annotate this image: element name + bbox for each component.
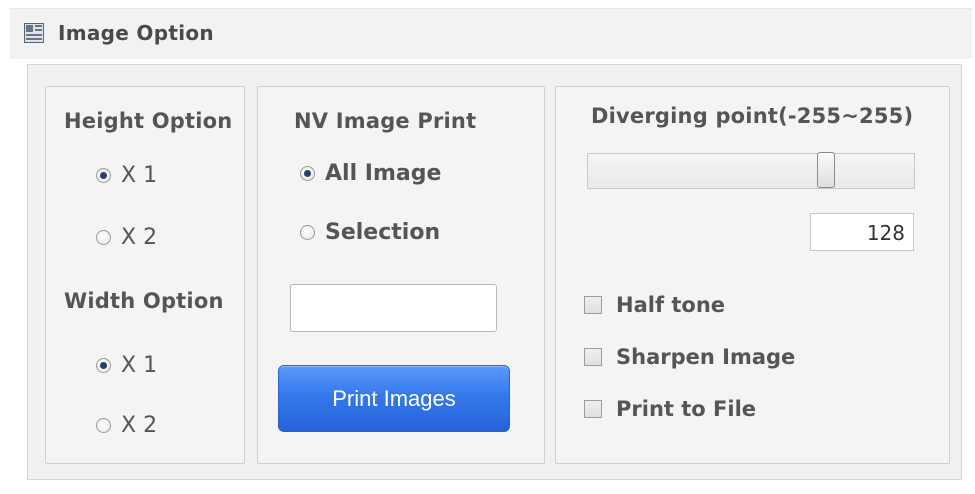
height-option-heading: Height Option bbox=[64, 109, 233, 133]
width-option-heading: Width Option bbox=[64, 289, 224, 313]
half-tone-checkbox[interactable]: Half tone bbox=[584, 293, 725, 317]
options-group: Height Option X 1 X 2 Width Option X 1 X… bbox=[27, 64, 962, 480]
selection-input[interactable] bbox=[290, 284, 497, 332]
checkbox-icon bbox=[584, 296, 602, 314]
height-x2-radio[interactable]: X 2 bbox=[96, 225, 157, 250]
radio-label: X 1 bbox=[121, 353, 158, 378]
nv-image-print-heading: NV Image Print bbox=[294, 109, 477, 133]
image-option-icon bbox=[24, 23, 44, 43]
radio-label: X 1 bbox=[121, 163, 158, 188]
title-bar: Image Option bbox=[10, 8, 972, 59]
diverging-panel: Diverging point(-255~255) 128 Half tone … bbox=[555, 86, 950, 464]
checkbox-icon bbox=[584, 400, 602, 418]
diverging-value-field[interactable]: 128 bbox=[810, 213, 914, 251]
size-options-panel: Height Option X 1 X 2 Width Option X 1 X… bbox=[45, 86, 245, 464]
checkbox-label: Half tone bbox=[616, 293, 726, 317]
diverging-point-heading: Diverging point(-255~255) bbox=[591, 104, 914, 128]
height-x1-radio[interactable]: X 1 bbox=[96, 163, 157, 188]
width-x1-radio[interactable]: X 1 bbox=[96, 353, 157, 378]
radio-label: Selection bbox=[325, 220, 441, 245]
checkbox-label: Print to File bbox=[616, 397, 757, 421]
radio-selected-icon bbox=[96, 168, 111, 183]
checkbox-icon bbox=[584, 348, 602, 366]
radio-selected-icon bbox=[96, 358, 111, 373]
radio-label: X 2 bbox=[121, 413, 158, 438]
radio-selected-icon bbox=[300, 166, 315, 181]
radio-unselected-icon bbox=[96, 418, 111, 433]
print-images-button[interactable]: Print Images bbox=[278, 365, 510, 432]
width-x2-radio[interactable]: X 2 bbox=[96, 413, 157, 438]
print-to-file-checkbox[interactable]: Print to File bbox=[584, 397, 756, 421]
radio-unselected-icon bbox=[300, 225, 315, 240]
selection-radio[interactable]: Selection bbox=[300, 220, 440, 245]
diverging-slider[interactable] bbox=[587, 152, 915, 189]
nv-image-print-panel: NV Image Print All Image Selection Print… bbox=[257, 86, 545, 464]
all-image-radio[interactable]: All Image bbox=[300, 161, 441, 186]
slider-thumb[interactable] bbox=[817, 152, 835, 188]
radio-label: X 2 bbox=[121, 225, 158, 250]
window-title: Image Option bbox=[58, 21, 214, 45]
checkbox-label: Sharpen Image bbox=[616, 345, 796, 369]
sharpen-image-checkbox[interactable]: Sharpen Image bbox=[584, 345, 795, 369]
radio-label: All Image bbox=[325, 161, 442, 186]
radio-unselected-icon bbox=[96, 230, 111, 245]
